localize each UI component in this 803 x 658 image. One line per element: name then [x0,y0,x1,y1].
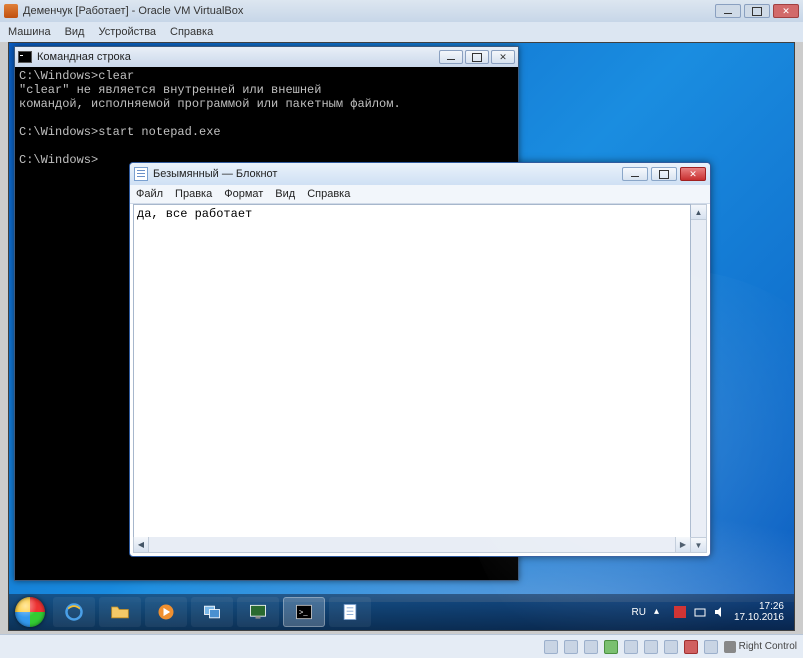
cmd-taskbar-icon: >_ [293,602,315,622]
vb-status-usb-icon[interactable] [624,640,638,654]
scroll-up-icon[interactable]: ▲ [691,205,706,220]
notepad-hscrollbar[interactable]: ◀ ▶ [133,537,691,553]
clock-date: 17.10.2016 [734,612,784,623]
vb-menu-devices[interactable]: Устройства [98,26,156,38]
vb-status-display-icon[interactable] [664,640,678,654]
taskbar: >_ RU ▴ 17:26 17.10.2016 [9,594,794,630]
virtualbox-statusbar: Right Control [0,634,803,658]
virtualbox-title: Деменчук [Работает] - Oracle VM VirtualB… [23,5,243,17]
np-menu-edit[interactable]: Правка [175,188,212,200]
notepad-maximize-button[interactable] [651,167,677,181]
vb-minimize-button[interactable] [715,4,741,18]
vb-menu-machine[interactable]: Машина [8,26,51,38]
taskbar-switcher[interactable] [191,597,233,627]
flag-icon[interactable] [674,606,686,618]
clock[interactable]: 17:26 17.10.2016 [734,601,784,623]
tray-arrow-icon[interactable]: ▴ [654,606,666,618]
taskbar-explorer[interactable] [99,597,141,627]
volume-icon[interactable] [714,606,726,618]
ie-icon [63,602,85,622]
notepad-menubar: Файл Правка Формат Вид Справка [130,185,710,204]
virtualbox-titlebar[interactable]: Деменчук [Работает] - Oracle VM VirtualB… [0,0,803,22]
language-indicator[interactable]: RU [631,607,645,618]
notepad-close-button[interactable] [680,167,706,181]
notepad-minimize-button[interactable] [622,167,648,181]
media-player-icon [155,602,177,622]
notepad-vscrollbar[interactable]: ▲ ▼ [691,204,707,553]
windows-orb-icon [15,597,45,627]
taskbar-notepad[interactable] [329,597,371,627]
vb-status-mouse-icon[interactable] [704,640,718,654]
np-menu-format[interactable]: Формат [224,188,263,200]
scroll-right-icon[interactable]: ▶ [675,537,690,552]
cmd-icon [18,51,32,63]
start-button[interactable] [9,595,51,629]
vb-status-recording-icon[interactable] [684,640,698,654]
notepad-taskbar-icon [339,602,361,622]
cmd-titlebar[interactable]: Командная строка [15,47,518,67]
vb-status-hdd-icon[interactable] [544,640,558,654]
vb-menu-help[interactable]: Справка [170,26,213,38]
vb-status-audio-icon[interactable] [584,640,598,654]
vb-host-key-label: Right Control [739,641,797,652]
cmd-close-button[interactable] [491,50,515,64]
network-icon[interactable] [694,606,706,618]
taskbar-desktop-preview[interactable] [237,597,279,627]
taskbar-media-player[interactable] [145,597,187,627]
np-menu-view[interactable]: Вид [275,188,295,200]
notepad-icon [134,167,148,181]
desktop-preview-icon [247,602,269,622]
vb-status-shared-icon[interactable] [644,640,658,654]
notepad-title: Безымянный — Блокнот [153,168,277,180]
scroll-down-icon[interactable]: ▼ [691,537,706,552]
vb-menu-view[interactable]: Вид [65,26,85,38]
vb-status-optical-icon[interactable] [564,640,578,654]
virtualbox-icon [4,4,18,18]
virtualbox-menubar: Машина Вид Устройства Справка [0,22,803,42]
cmd-title: Командная строка [37,51,131,63]
clock-time: 17:26 [734,601,784,612]
np-menu-help[interactable]: Справка [307,188,350,200]
keyboard-icon [724,641,736,653]
svg-text:>_: >_ [299,608,308,617]
system-tray: RU ▴ 17:26 17.10.2016 [625,601,790,623]
vb-host-key[interactable]: Right Control [724,641,797,653]
vm-desktop[interactable]: Командная строка C:\Windows>clear "clear… [8,42,795,631]
window-switcher-icon [201,602,223,622]
notepad-titlebar[interactable]: Безымянный — Блокнот [130,163,710,185]
folder-icon [109,602,131,622]
cmd-minimize-button[interactable] [439,50,463,64]
scroll-left-icon[interactable]: ◀ [134,537,149,552]
vb-status-network-icon[interactable] [604,640,618,654]
vb-maximize-button[interactable] [744,4,770,18]
taskbar-cmd[interactable]: >_ [283,597,325,627]
notepad-textarea[interactable] [133,204,691,553]
virtualbox-window: Деменчук [Работает] - Oracle VM VirtualB… [0,0,803,658]
np-menu-file[interactable]: Файл [136,188,163,200]
cmd-maximize-button[interactable] [465,50,489,64]
vb-close-button[interactable] [773,4,799,18]
notepad-window[interactable]: Безымянный — Блокнот Файл Правка Формат … [129,162,711,557]
taskbar-ie[interactable] [53,597,95,627]
